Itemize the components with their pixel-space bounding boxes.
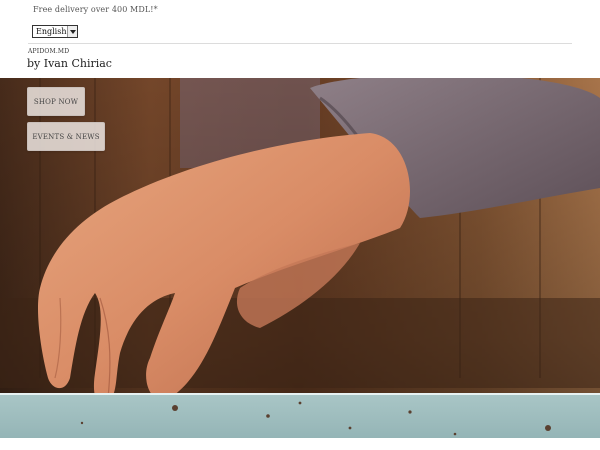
header-divider <box>28 43 572 44</box>
site-header: Free delivery over 400 MDL!* English API… <box>0 0 600 78</box>
shop-now-button[interactable]: SHOP NOW <box>27 87 85 116</box>
events-news-button[interactable]: EVENTS & NEWS <box>27 122 105 151</box>
chevron-down-icon[interactable] <box>67 26 77 37</box>
language-select[interactable]: English <box>32 25 78 38</box>
language-select-value: English <box>36 27 67 36</box>
brand-logo-text[interactable]: APIDOM.MD <box>28 48 69 55</box>
promo-text: Free delivery over 400 MDL!* <box>33 5 158 14</box>
hero-banner: SHOP NOW EVENTS & NEWS <box>0 78 600 450</box>
brand-name[interactable]: by Ivan Chiriac <box>27 57 112 70</box>
